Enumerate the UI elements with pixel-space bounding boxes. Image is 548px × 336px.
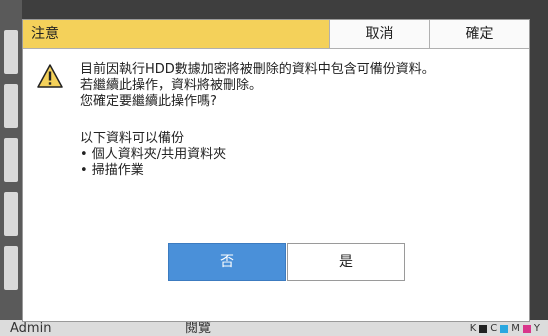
backup-title: 以下資料可以備份 (80, 131, 185, 146)
no-button[interactable]: 否 (168, 243, 286, 281)
backup-item: • 個人資料夾/共用資料夾 (80, 147, 227, 162)
message-line: 您確定要繼續此操作嗎? (80, 94, 217, 109)
toner-k-label: K (469, 323, 477, 334)
background-tab (4, 84, 18, 128)
backup-list: 以下資料可以備份 • 個人資料夾/共用資料夾 • 掃描作業 (80, 131, 226, 179)
background-status-bar: Admin 閱覽 K C M Y (0, 320, 548, 336)
toner-c-label: C (490, 323, 498, 334)
dialog-titlebar: 注意 取消 確定 (23, 20, 529, 49)
toner-y-label: Y (533, 323, 540, 334)
backup-item: • 掃描作業 (80, 163, 144, 178)
confirm-button[interactable]: 確定 (429, 20, 529, 48)
dialog-message: 目前因執行HDD數據加密將被刪除的資料中包含可備份資料。 若繼續此操作，資料將被… (80, 62, 435, 110)
background-tab (4, 246, 18, 290)
background-sidebar (0, 0, 22, 336)
background-tab (4, 192, 18, 236)
cancel-button[interactable]: 取消 (329, 20, 429, 48)
background-tab (4, 30, 18, 74)
toner-m-label: M (511, 323, 520, 334)
toner-c-swatch (500, 324, 509, 333)
yes-button[interactable]: 是 (287, 243, 405, 281)
toner-status: K C M Y (470, 323, 540, 334)
confirm-dialog: 注意 取消 確定 目前因執行HDD數據加密將被刪除的資料中包含可備份資料。 若繼… (22, 19, 530, 322)
toner-k-swatch (479, 324, 488, 333)
message-line: 目前因執行HDD數據加密將被刪除的資料中包含可備份資料。 (80, 62, 435, 77)
dialog-title: 注意 (23, 20, 329, 48)
background-tab (4, 138, 18, 182)
toner-m-swatch (522, 324, 531, 333)
warning-icon (37, 64, 63, 88)
message-line: 若繼續此操作，資料將被刪除。 (80, 78, 263, 93)
background-user-label: Admin (10, 321, 52, 336)
